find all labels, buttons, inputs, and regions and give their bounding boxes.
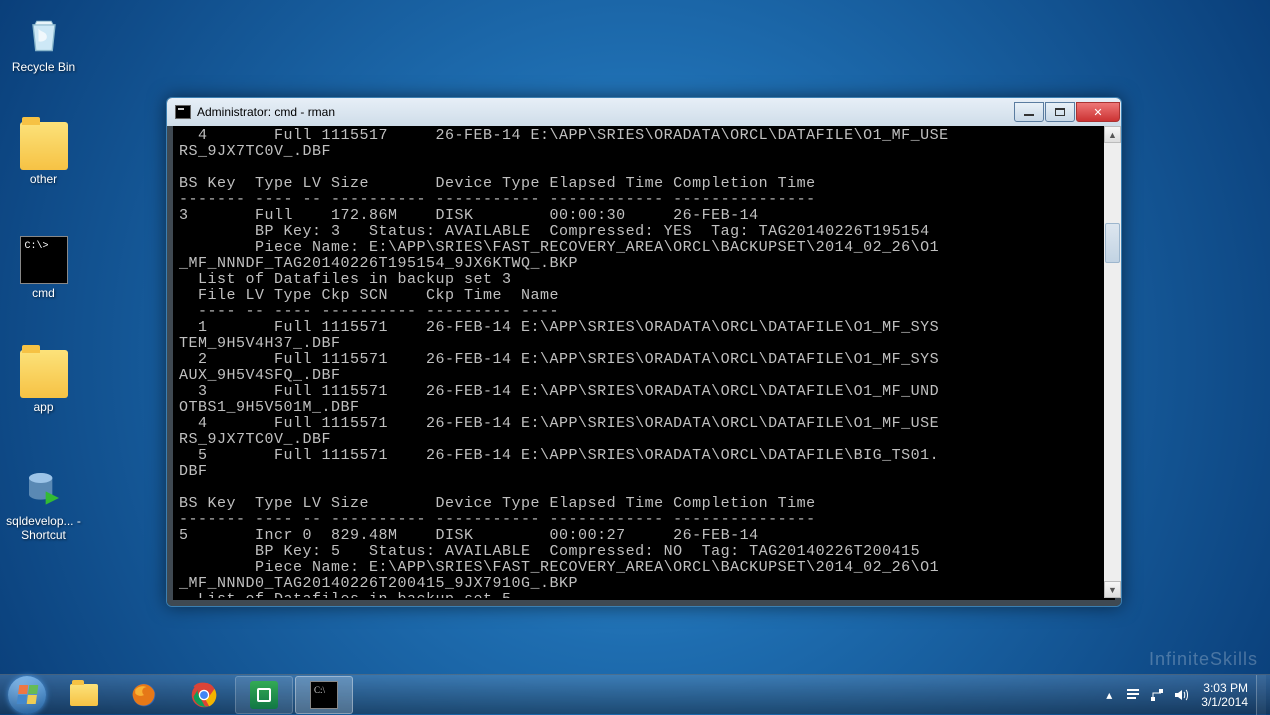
clock[interactable]: 3:03 PM 3/1/2014 bbox=[1201, 681, 1248, 709]
desktop-icon-label: sqldevelop... - Shortcut bbox=[6, 514, 81, 542]
taskbar-firefox[interactable] bbox=[115, 676, 173, 714]
tray-chevron-icon[interactable]: ▴ bbox=[1100, 686, 1118, 704]
cmd-icon: C:\ bbox=[310, 681, 338, 709]
action-center-icon[interactable] bbox=[1124, 686, 1142, 704]
desktop-icon-label: Recycle Bin bbox=[6, 60, 81, 74]
system-tray: ▴ 3:03 PM 3/1/2014 bbox=[1097, 675, 1270, 715]
cmd-window: Administrator: cmd - rman ✕ 4 Full 11155… bbox=[166, 97, 1122, 607]
desktop-icon-recycle-bin[interactable]: Recycle Bin bbox=[6, 10, 81, 74]
folder-icon bbox=[20, 350, 68, 398]
firefox-icon bbox=[130, 681, 158, 709]
network-icon[interactable] bbox=[1148, 686, 1166, 704]
clock-date: 3/1/2014 bbox=[1201, 695, 1248, 709]
scroll-down-button[interactable]: ▼ bbox=[1104, 581, 1121, 598]
taskbar-chrome[interactable] bbox=[175, 676, 233, 714]
recycle-bin-icon bbox=[20, 10, 68, 58]
show-desktop-button[interactable] bbox=[1256, 675, 1266, 715]
minimize-button[interactable] bbox=[1014, 102, 1044, 122]
taskbar-cmd[interactable]: C:\ bbox=[295, 676, 353, 714]
terminal-output[interactable]: 4 Full 1115517 26-FEB-14 E:\APP\SRIES\OR… bbox=[175, 126, 1113, 598]
desktop-icon-folder-app[interactable]: app bbox=[6, 350, 81, 414]
watermark: InfiniteSkills bbox=[1149, 649, 1258, 670]
start-orb-icon bbox=[8, 676, 46, 714]
scrollbar[interactable]: ▲ ▼ bbox=[1104, 126, 1121, 598]
taskbar: C:\ ▴ 3:03 PM 3/1/2014 bbox=[0, 674, 1270, 714]
desktop-icon-label: cmd bbox=[6, 286, 81, 300]
taskbar-explorer[interactable] bbox=[55, 676, 113, 714]
database-icon bbox=[20, 464, 68, 512]
desktop-icon-cmd-shortcut[interactable]: cmd bbox=[6, 236, 81, 300]
desktop-icon-label: other bbox=[6, 172, 81, 186]
cmd-icon bbox=[20, 236, 68, 284]
desktop-icon-label: app bbox=[6, 400, 81, 414]
desktop: Recycle Bin other cmd app sqldevelop... - Sh… bbox=[0, 0, 1270, 714]
app-icon bbox=[250, 681, 278, 709]
close-button[interactable]: ✕ bbox=[1076, 102, 1120, 122]
scroll-up-button[interactable]: ▲ bbox=[1104, 126, 1121, 143]
taskbar-oracle-vm[interactable] bbox=[235, 676, 293, 714]
folder-icon bbox=[20, 122, 68, 170]
window-title: Administrator: cmd - rman bbox=[197, 105, 335, 119]
clock-time: 3:03 PM bbox=[1201, 681, 1248, 695]
start-button[interactable] bbox=[0, 675, 54, 715]
maximize-button[interactable] bbox=[1045, 102, 1075, 122]
folder-icon bbox=[70, 684, 98, 706]
volume-icon[interactable] bbox=[1172, 686, 1190, 704]
desktop-icon-folder-other[interactable]: other bbox=[6, 122, 81, 186]
chrome-icon bbox=[190, 681, 218, 709]
scroll-thumb[interactable] bbox=[1105, 223, 1120, 263]
cmd-window-icon bbox=[175, 105, 191, 119]
titlebar[interactable]: Administrator: cmd - rman ✕ bbox=[167, 98, 1121, 126]
scroll-track[interactable] bbox=[1104, 143, 1121, 581]
desktop-icon-sqldeveloper[interactable]: sqldevelop... - Shortcut bbox=[6, 464, 81, 542]
